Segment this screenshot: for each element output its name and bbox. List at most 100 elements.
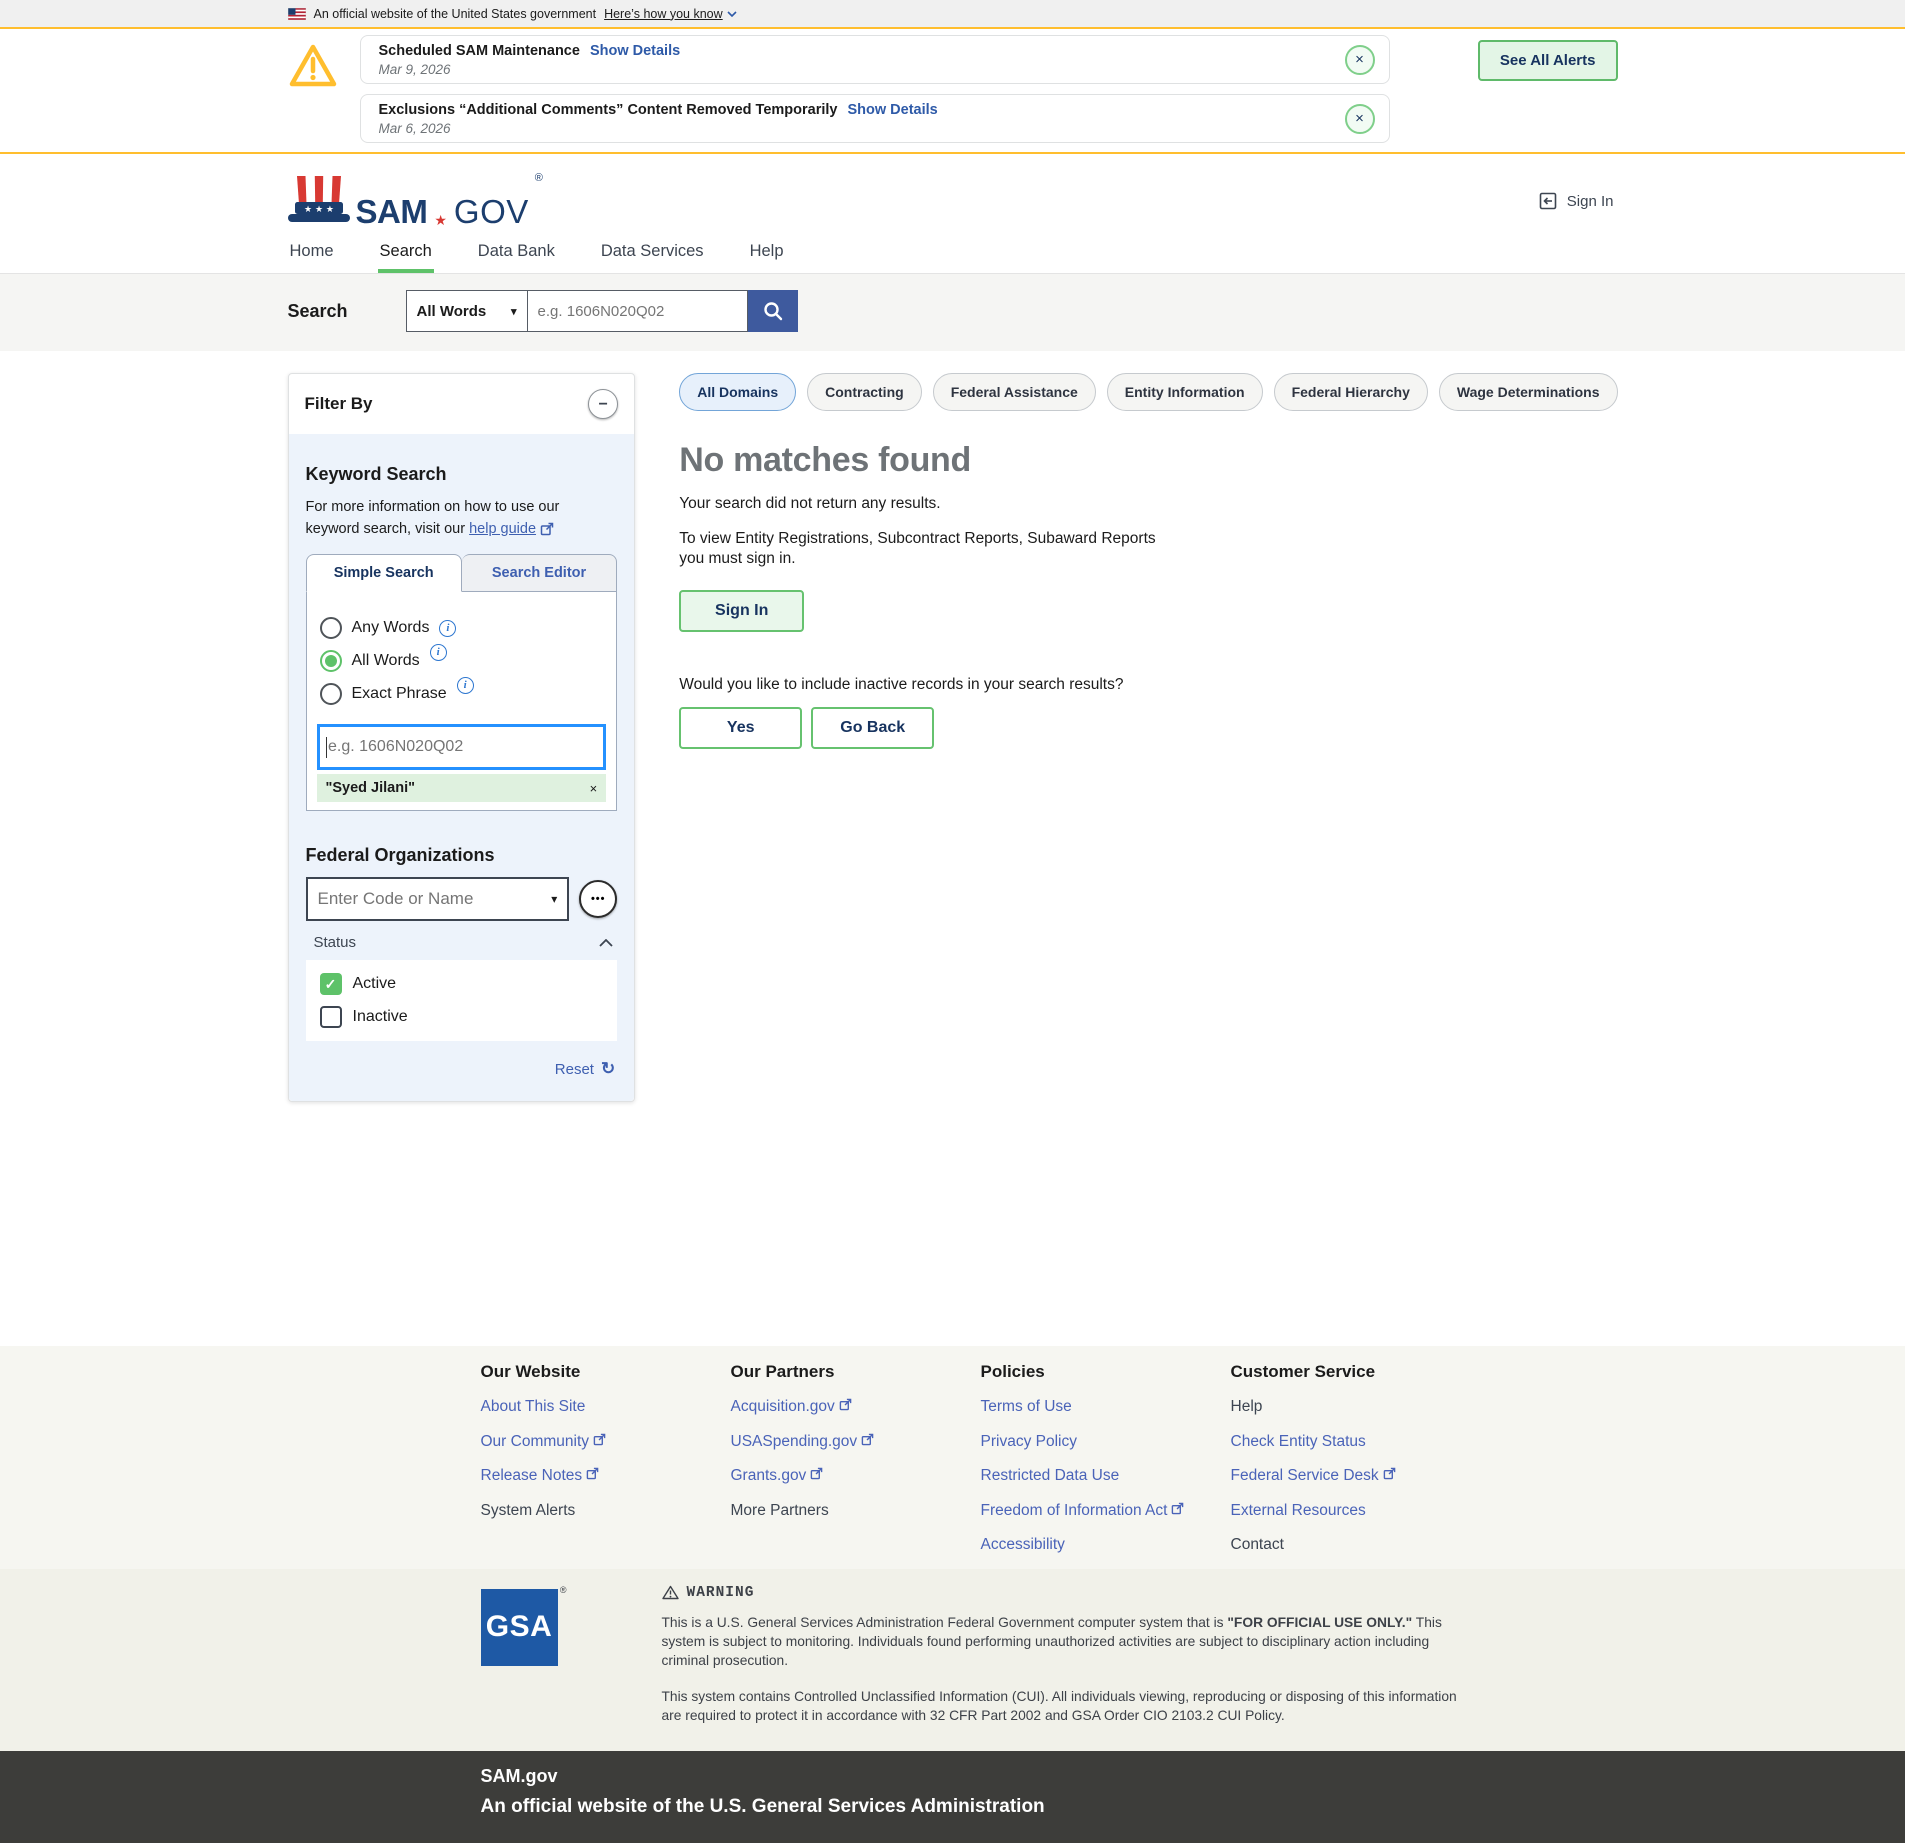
domain-pill-all-domains[interactable]: All Domains — [679, 373, 796, 411]
footer-link-restricted-data-use[interactable]: Restricted Data Use — [981, 1466, 1231, 1486]
domain-pill-federal-assistance[interactable]: Federal Assistance — [933, 373, 1096, 411]
radio-exact-phrase[interactable] — [320, 683, 342, 705]
gov-banner: An official website of the United States… — [0, 0, 1905, 29]
alert-title: Exclusions “Additional Comments” Content… — [379, 102, 838, 118]
footer-link-grants-gov[interactable]: Grants.gov — [731, 1466, 981, 1486]
gov-banner-text: An official website of the United States… — [314, 7, 597, 21]
info-icon[interactable]: i — [457, 677, 474, 694]
sam-gov-logo[interactable]: ★ ★ ★ SAM ★ GOV ® — [288, 174, 543, 228]
nav-item-search[interactable]: Search — [378, 236, 434, 273]
more-options-icon[interactable]: ••• — [579, 880, 617, 918]
search-button[interactable] — [748, 290, 798, 332]
footer-link-usaspending-gov[interactable]: USASpending.gov — [731, 1432, 981, 1452]
warning-triangle-icon — [288, 35, 360, 89]
tab-simple-search[interactable]: Simple Search — [306, 554, 462, 592]
federal-organizations-select[interactable]: Enter Code or Name ▾ — [306, 877, 570, 921]
footer-link-help[interactable]: Help — [1231, 1397, 1396, 1417]
yes-button[interactable]: Yes — [679, 707, 802, 749]
uncle-sam-hat-icon: ★ ★ ★ — [288, 174, 350, 228]
footer-link-terms-of-use[interactable]: Terms of Use — [981, 1397, 1231, 1417]
nav-item-help[interactable]: Help — [748, 236, 786, 273]
search-band: Search All Words ▾ — [0, 274, 1905, 351]
help-guide-link[interactable]: help guide — [469, 518, 554, 540]
nav-item-data-services[interactable]: Data Services — [599, 236, 706, 273]
gsa-warning-section: GSA ® WARNING This is a U.S. General Ser… — [0, 1569, 1905, 1751]
domain-pill-wage-determinations[interactable]: Wage Determinations — [1439, 373, 1618, 411]
logo-registered-mark: ® — [535, 172, 543, 184]
reset-filters-link[interactable]: Reset ↻ — [306, 1059, 618, 1079]
simple-search-panel: Any Words i All Words i Exact Phrase i — [306, 592, 618, 811]
domain-pill-contracting[interactable]: Contracting — [807, 373, 922, 411]
footer-link-about-this-site[interactable]: About This Site — [481, 1397, 731, 1417]
nav-item-data-bank[interactable]: Data Bank — [476, 236, 557, 273]
footer-link-more-partners[interactable]: More Partners — [731, 1501, 981, 1521]
close-icon[interactable]: × — [1345, 45, 1375, 75]
dark-footer-title: SAM.gov — [481, 1766, 1618, 1787]
chevron-up-icon[interactable] — [599, 939, 613, 947]
alert-date: Mar 6, 2026 — [379, 121, 938, 136]
radio-any-words[interactable] — [320, 617, 342, 639]
see-all-alerts-button[interactable]: See All Alerts — [1478, 40, 1618, 81]
keyword-input[interactable]: e.g. 1606N020Q02 — [317, 724, 607, 770]
sign-in-icon — [1537, 190, 1559, 212]
footer-link-our-community[interactable]: Our Community — [481, 1432, 731, 1452]
external-link-icon — [593, 1433, 606, 1446]
external-link-icon — [540, 522, 554, 536]
show-details-link[interactable]: Show Details — [590, 43, 680, 59]
info-icon[interactable]: i — [430, 644, 447, 661]
checkbox-inactive-label: Inactive — [353, 1008, 408, 1026]
dark-footer: SAM.gov An official website of the U.S. … — [0, 1751, 1905, 1843]
caret-down-icon: ▾ — [551, 892, 557, 906]
domain-pill-federal-hierarchy[interactable]: Federal Hierarchy — [1274, 373, 1428, 411]
footer-link-acquisition-gov[interactable]: Acquisition.gov — [731, 1397, 981, 1417]
keyword-search-heading: Keyword Search — [306, 464, 618, 485]
footer-heading-customer-service: Customer Service — [1231, 1362, 1396, 1382]
sign-in-button[interactable]: Sign In — [679, 590, 804, 632]
filter-by-title: Filter By — [305, 394, 373, 414]
warning-paragraph-1: This is a U.S. General Services Administ… — [662, 1613, 1472, 1670]
radio-all-words-label: All Words — [352, 652, 420, 670]
external-link-icon — [810, 1467, 823, 1480]
how-you-know-link[interactable]: Here’s how you know — [604, 7, 737, 21]
keyword-chip: "Syed Jilani" × — [317, 774, 607, 802]
gsa-logo: GSA ® — [481, 1589, 558, 1725]
external-link-icon — [586, 1467, 599, 1480]
footer-link-foia[interactable]: Freedom of Information Act — [981, 1501, 1231, 1521]
collapse-filters-button[interactable]: − — [588, 389, 618, 419]
federal-organizations-placeholder: Enter Code or Name — [318, 889, 474, 909]
site-header: ★ ★ ★ SAM ★ GOV ® Sign In — [0, 154, 1905, 236]
checkbox-active-label: Active — [353, 975, 397, 993]
footer-link-system-alerts[interactable]: System Alerts — [481, 1501, 731, 1521]
search-input[interactable] — [528, 290, 748, 332]
radio-all-words[interactable] — [320, 650, 342, 672]
radio-any-words-label: Any Words — [352, 619, 430, 637]
checkbox-active[interactable]: ✓ — [320, 973, 342, 995]
chip-remove-icon[interactable]: × — [590, 781, 598, 796]
show-details-link[interactable]: Show Details — [847, 102, 937, 118]
go-back-button[interactable]: Go Back — [811, 707, 934, 749]
info-icon[interactable]: i — [439, 620, 456, 637]
results-area: All Domains Contracting Federal Assistan… — [679, 373, 1617, 749]
caret-down-icon: ▾ — [511, 305, 517, 318]
tab-search-editor[interactable]: Search Editor — [462, 554, 617, 592]
external-link-icon — [1171, 1502, 1184, 1515]
search-mode-select[interactable]: All Words ▾ — [406, 290, 528, 332]
alert-title: Scheduled SAM Maintenance — [379, 43, 580, 59]
footer-link-release-notes[interactable]: Release Notes — [481, 1466, 731, 1486]
footer-link-check-entity-status[interactable]: Check Entity Status — [1231, 1432, 1396, 1452]
federal-organizations-heading: Federal Organizations — [306, 845, 618, 866]
footer-link-federal-service-desk[interactable]: Federal Service Desk — [1231, 1466, 1396, 1486]
footer-link-accessibility[interactable]: Accessibility — [981, 1535, 1231, 1555]
chevron-down-icon — [727, 11, 737, 17]
footer-link-contact[interactable]: Contact — [1231, 1535, 1396, 1555]
nav-item-home[interactable]: Home — [288, 236, 336, 273]
footer-link-external-resources[interactable]: External Resources — [1231, 1501, 1396, 1521]
close-icon[interactable]: × — [1345, 104, 1375, 134]
us-flag-icon — [288, 8, 306, 20]
header-sign-in-link[interactable]: Sign In — [1537, 190, 1614, 212]
footer-link-privacy-policy[interactable]: Privacy Policy — [981, 1432, 1231, 1452]
alert-date: Mar 9, 2026 — [379, 62, 681, 77]
domain-pill-entity-information[interactable]: Entity Information — [1107, 373, 1263, 411]
checkbox-inactive[interactable] — [320, 1006, 342, 1028]
status-options: ✓ Active Inactive — [306, 960, 618, 1041]
